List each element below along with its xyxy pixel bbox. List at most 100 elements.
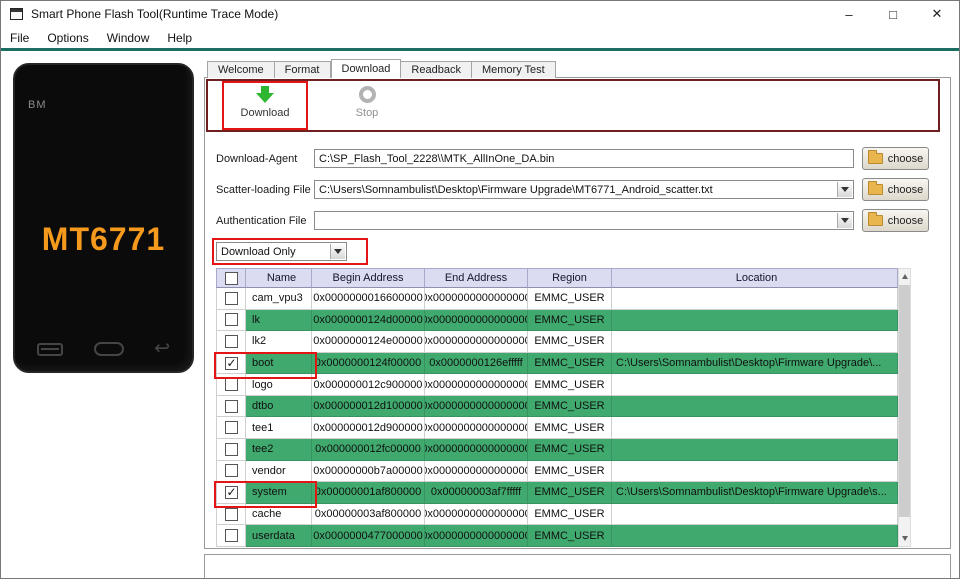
cell-name: vendor	[246, 460, 312, 483]
cell-region: EMMC_USER	[528, 460, 612, 483]
select-all-cell	[216, 268, 246, 288]
cell-begin-address: 0x00000000b7a00000	[312, 460, 425, 483]
header-end-address[interactable]: End Address	[425, 268, 528, 288]
scatter-file-combobox[interactable]: C:\Users\Somnambulist\Desktop\Firmware U…	[314, 180, 854, 199]
header-begin-address[interactable]: Begin Address	[312, 268, 425, 288]
cell-region: EMMC_USER	[528, 525, 612, 547]
cell-end-address: 0x0000000000000000	[425, 309, 528, 332]
row-checkbox[interactable]	[224, 399, 238, 413]
auth-file-choose-button[interactable]: choose	[862, 209, 929, 232]
table-scrollbar[interactable]	[898, 268, 911, 547]
cell-name: cam_vpu3	[246, 288, 312, 310]
table-row[interactable]: boot 0x0000000124f00000 0x0000000126efff…	[214, 351, 898, 379]
cell-end-address: 0x0000000000000000	[425, 503, 528, 526]
cell-end-address: 0x0000000000000000	[425, 439, 528, 461]
cell-checkbox	[216, 417, 246, 440]
header-region[interactable]: Region	[528, 268, 612, 288]
close-button[interactable]: ✕	[915, 1, 959, 27]
cell-name: cache	[246, 503, 312, 526]
cell-checkbox	[216, 503, 246, 526]
table-row[interactable]: lk 0x0000000124d00000 0x0000000000000000…	[216, 309, 898, 332]
scroll-down-icon[interactable]	[899, 531, 910, 546]
cell-end-address: 0x0000000000000000	[425, 374, 528, 396]
cell-region: EMMC_USER	[528, 417, 612, 440]
cell-end-address: 0x0000000000000000	[425, 288, 528, 310]
tab-welcome[interactable]: Welcome	[207, 61, 275, 78]
chevron-down-icon[interactable]	[837, 213, 852, 228]
cell-end-address: 0x0000000000000000	[425, 460, 528, 483]
cell-checkbox	[216, 331, 246, 353]
cell-location	[612, 309, 898, 332]
row-checkbox[interactable]	[224, 334, 238, 348]
app-icon	[10, 8, 23, 20]
table-row[interactable]: userdata 0x0000000477000000 0x0000000000…	[216, 525, 898, 547]
tab-readback[interactable]: Readback	[401, 61, 472, 78]
phone-mockup: BM MT6771 ↩	[13, 63, 194, 373]
toolbar	[206, 79, 940, 132]
menu-bar: File Options Window Help	[1, 27, 959, 48]
cell-end-address: 0x00000003af7fffff	[425, 482, 528, 504]
minimize-button[interactable]: –	[827, 1, 871, 27]
tab-format[interactable]: Format	[274, 61, 331, 78]
menu-file[interactable]: File	[1, 27, 38, 48]
table-row[interactable]: tee2 0x000000012fc00000 0x00000000000000…	[216, 439, 898, 461]
folder-icon	[867, 150, 883, 164]
tab-download[interactable]: Download	[330, 59, 402, 78]
table-row[interactable]: system 0x00000001af800000 0x00000003af7f…	[214, 481, 898, 508]
scrollbar-thumb[interactable]	[899, 285, 910, 517]
cell-checkbox	[216, 460, 246, 483]
menu-window[interactable]: Window	[98, 27, 159, 48]
mode-highlight-box	[212, 238, 368, 265]
tab-memory-test[interactable]: Memory Test	[471, 61, 556, 78]
table-row[interactable]: logo 0x000000012c900000 0x00000000000000…	[216, 374, 898, 396]
download-agent-input[interactable]	[314, 149, 854, 168]
scatter-file-choose-button[interactable]: choose	[862, 178, 929, 201]
auth-file-label: Authentication File	[216, 215, 307, 227]
menu-help[interactable]: Help	[158, 27, 201, 48]
download-agent-choose-button[interactable]: choose	[862, 147, 929, 170]
table-row[interactable]: tee1 0x000000012d900000 0x00000000000000…	[216, 417, 898, 440]
row-checkbox[interactable]	[224, 442, 238, 456]
cell-name: tee2	[246, 439, 312, 461]
cell-begin-address: 0x000000012fc00000	[312, 439, 425, 461]
phone-nav-bar: ↩	[15, 339, 192, 359]
table-row[interactable]: cache 0x00000003af800000 0x0000000000000…	[216, 503, 898, 526]
row-checkbox[interactable]	[224, 378, 238, 392]
maximize-button[interactable]: □	[871, 1, 915, 27]
stop-button[interactable]: Stop	[335, 86, 399, 119]
scroll-up-icon[interactable]	[899, 269, 910, 284]
cell-name: dtbo	[246, 395, 312, 418]
row-checkbox[interactable]	[224, 529, 238, 543]
row-checkbox[interactable]	[224, 421, 238, 435]
table-row[interactable]: cam_vpu3 0x0000000016600000 0x0000000000…	[216, 288, 898, 310]
cell-region: EMMC_USER	[528, 503, 612, 526]
window-controls: – □ ✕	[827, 1, 959, 27]
row-checkbox[interactable]	[224, 291, 238, 305]
row-checkbox[interactable]	[224, 507, 238, 521]
table-row[interactable]: dtbo 0x000000012d100000 0x00000000000000…	[216, 395, 898, 418]
table-row[interactable]: lk2 0x0000000124e00000 0x000000000000000…	[216, 331, 898, 353]
row-checkbox[interactable]	[224, 464, 238, 478]
title-bar: Smart Phone Flash Tool(Runtime Trace Mod…	[1, 1, 959, 27]
header-name[interactable]: Name	[246, 268, 312, 288]
cell-begin-address: 0x0000000016600000	[312, 288, 425, 310]
cell-begin-address: 0x000000012c900000	[312, 374, 425, 396]
table-row[interactable]: vendor 0x00000000b7a00000 0x000000000000…	[216, 460, 898, 483]
select-all-checkbox[interactable]	[224, 271, 238, 285]
cell-location	[612, 525, 898, 547]
cell-region: EMMC_USER	[528, 352, 612, 375]
chevron-down-icon[interactable]	[837, 182, 852, 197]
cell-begin-address: 0x0000000477000000	[312, 525, 425, 547]
row-checkbox[interactable]	[224, 313, 238, 327]
auth-file-combobox[interactable]	[314, 211, 854, 230]
row-checkbox[interactable]	[224, 356, 238, 370]
cell-location	[612, 331, 898, 353]
header-location[interactable]: Location	[612, 268, 898, 288]
menu-options[interactable]: Options	[38, 27, 97, 48]
choose-button-label: choose	[887, 183, 924, 196]
cell-checkbox	[216, 482, 246, 504]
cell-end-address: 0x0000000000000000	[425, 395, 528, 418]
phone-back-icon: ↩	[154, 338, 170, 359]
cell-location: C:\Users\Somnambulist\Desktop\Firmware U…	[612, 482, 898, 504]
row-checkbox[interactable]	[224, 485, 238, 499]
